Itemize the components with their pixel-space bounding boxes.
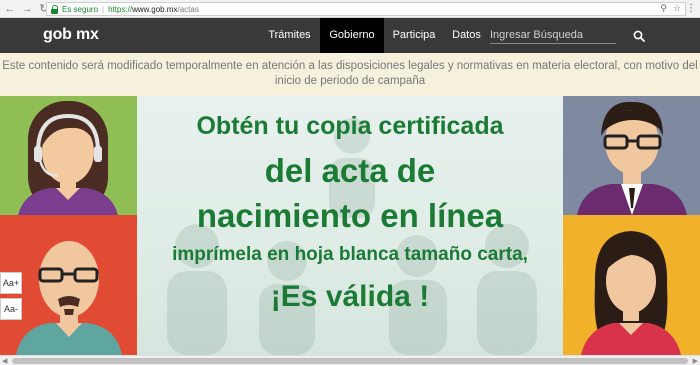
banner-subline: imprímela en hoja blanca tamaño carta,: [172, 244, 528, 265]
scroll-left-arrow-icon[interactable]: ◀: [2, 357, 7, 365]
browser-toolbar: ← → ↻ Es seguro | https:// www.gob.mx /a…: [0, 0, 700, 18]
address-bar[interactable]: Es seguro | https:// www.gob.mx /actas ⚲…: [46, 2, 686, 16]
url-host: www.gob.mx: [132, 4, 178, 14]
browser-menu-icon[interactable]: ⋮: [686, 3, 696, 14]
gobmx-logo[interactable]: gob mx: [43, 26, 99, 44]
hero-banner[interactable]: Obtén tu copia certificada del acta de n…: [0, 96, 700, 355]
back-arrow-icon[interactable]: ←: [3, 2, 17, 16]
avatar-woman-headset: [0, 96, 137, 215]
secure-label: Es seguro: [62, 4, 99, 14]
nav-item-participa[interactable]: Participa: [386, 18, 442, 53]
forward-arrow-icon[interactable]: →: [20, 2, 34, 16]
electoral-notice: Este contenido será modificado temporalm…: [0, 53, 700, 96]
nav-item-datos[interactable]: Datos: [444, 18, 489, 53]
banner-headline-line2: del acta de: [264, 152, 436, 189]
nav-item-gobierno[interactable]: Gobierno: [320, 18, 384, 53]
horizontal-scrollbar[interactable]: ◀ ▶: [0, 355, 700, 365]
decrease-font-button[interactable]: Aa-: [0, 298, 22, 320]
avatar-woman-dark-hair: [563, 215, 700, 355]
search-input[interactable]: [490, 26, 616, 44]
nav-item-tramites[interactable]: Trámites: [262, 18, 317, 53]
url-path: /actas: [177, 4, 199, 14]
url-scheme: https://: [108, 4, 133, 14]
site-header: gob mx Trámites Gobierno Participa Datos: [0, 18, 700, 53]
avatar-man-suit-glasses: [563, 96, 700, 215]
banner-headline-line3: nacimiento en línea: [196, 197, 504, 234]
zoom-icon[interactable]: ⚲: [660, 3, 667, 14]
banner-validity-text: ¡Es válida !: [270, 280, 430, 313]
scrollbar-thumb[interactable]: [12, 358, 688, 364]
increase-font-button[interactable]: Aa+: [0, 272, 22, 294]
url-separator: |: [102, 4, 105, 14]
scroll-right-arrow-icon[interactable]: ▶: [693, 357, 698, 365]
search-icon[interactable]: [633, 30, 645, 42]
banner-headline-line1: Obtén tu copia certificada: [196, 112, 504, 140]
lock-icon: [51, 4, 59, 14]
bookmark-star-icon[interactable]: ☆: [673, 3, 681, 14]
address-bar-icons: ⚲ ☆: [660, 3, 681, 14]
